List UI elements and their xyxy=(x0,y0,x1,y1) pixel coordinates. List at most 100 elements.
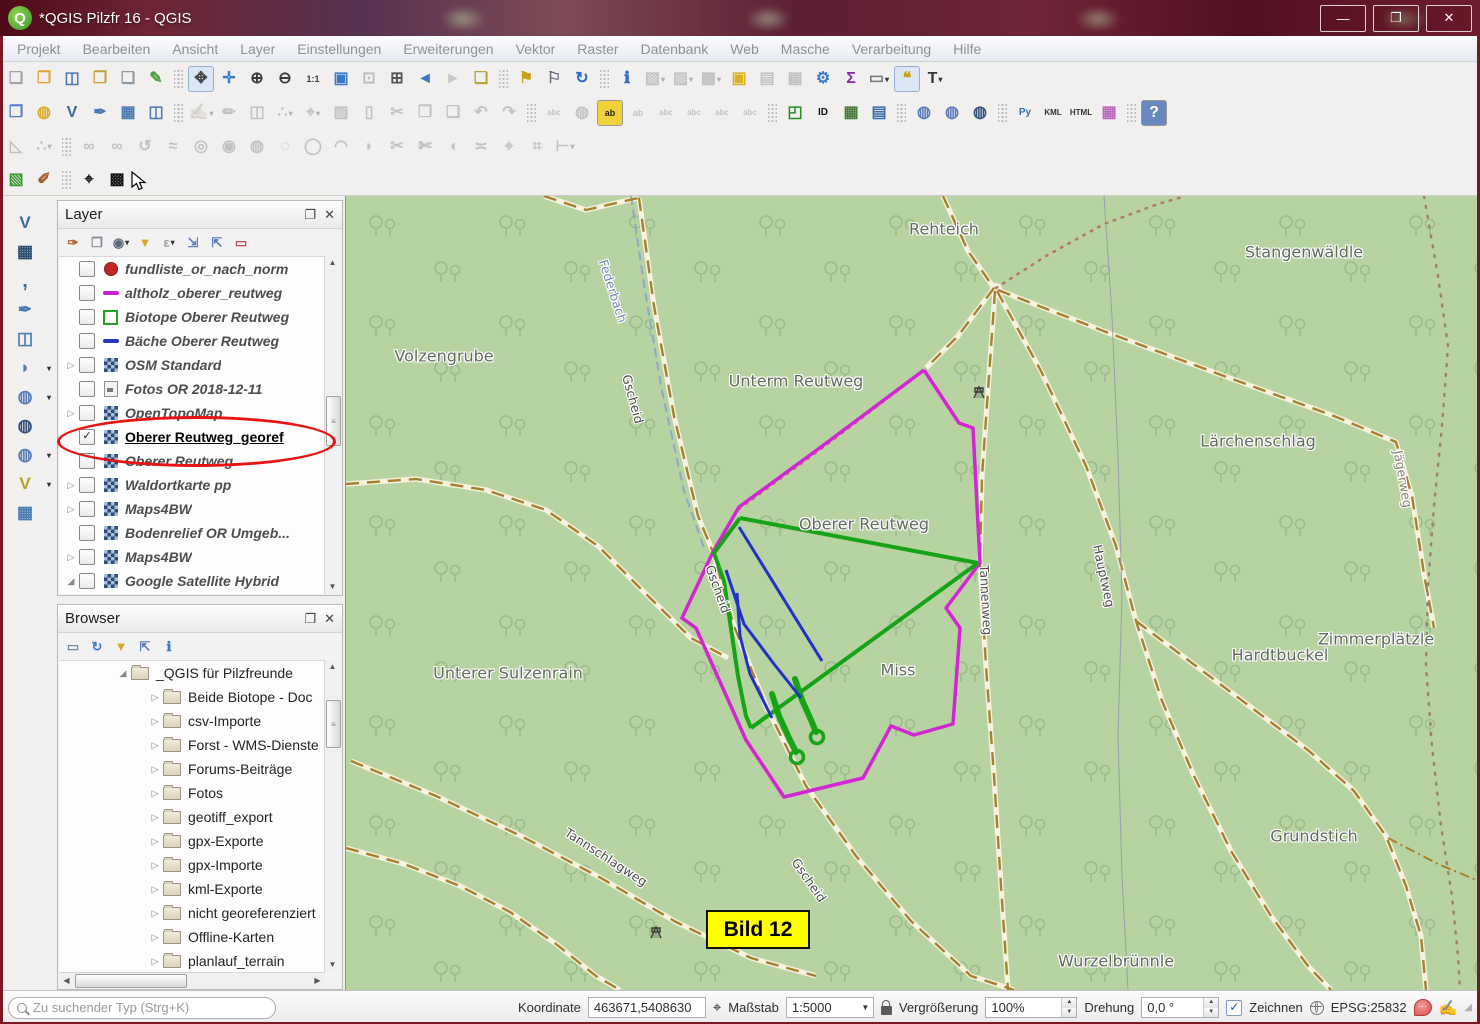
browser-panel-float-icon[interactable]: ❐ xyxy=(304,611,316,627)
layer-checkbox[interactable] xyxy=(79,381,95,397)
refresh-map[interactable]: ↻ xyxy=(569,66,595,92)
expand-arrow-icon[interactable]: ▷ xyxy=(63,552,79,563)
expand-all[interactable]: ⇲ xyxy=(182,232,204,254)
open-layer-styling[interactable]: ✑ xyxy=(62,232,84,254)
kml-tools[interactable]: KML xyxy=(1040,100,1066,126)
rotation-up-icon[interactable]: ▲ xyxy=(1204,998,1218,1008)
zoom-to-layer[interactable]: ⊞ xyxy=(384,66,410,92)
freehand-georeferencer-plugin[interactable]: ✐ xyxy=(31,167,57,193)
add-vector-layer-tb[interactable]: V xyxy=(59,100,85,126)
point-sampling-plugin[interactable]: ▩ xyxy=(104,167,130,193)
new-print-layout[interactable]: ❐ xyxy=(87,66,113,92)
identify-features[interactable]: ℹ xyxy=(614,66,640,92)
expand-arrow-icon[interactable]: ▷ xyxy=(63,504,79,515)
layer-checkbox[interactable] xyxy=(79,501,95,517)
expand-arrow-icon[interactable]: ▷ xyxy=(147,740,163,751)
layer-name[interactable]: Bäche Oberer Reutweg xyxy=(125,333,279,349)
new-spatial-bookmark[interactable]: ⚑ xyxy=(513,66,539,92)
layer-name[interactable]: Waldortkarte pp xyxy=(125,477,231,493)
scale-combo[interactable]: 1:5000 ▼ xyxy=(786,997,874,1018)
menu-vektor[interactable]: Vektor xyxy=(505,36,567,62)
web-plugin-metasearch[interactable]: ◍ xyxy=(967,100,993,126)
layer-item[interactable]: Bäche Oberer Reutweg xyxy=(59,329,325,353)
browser-folder-name[interactable]: gpx-Exporte xyxy=(188,833,263,849)
browser-folder-item[interactable]: ▷ Forst - WMS-Dienste xyxy=(59,733,325,757)
browser-folder-item[interactable]: ▷ nicht georeferenziert xyxy=(59,901,325,925)
layer-checkbox[interactable] xyxy=(79,405,95,421)
new-map-view[interactable]: ❏ xyxy=(468,66,494,92)
browser-folder-name[interactable]: kml-Exporte xyxy=(188,881,263,897)
expand-arrow-icon[interactable]: ▷ xyxy=(63,408,79,419)
menu-hilfe[interactable]: Hilfe xyxy=(942,36,992,62)
layer-checkbox[interactable] xyxy=(79,333,95,349)
new-project[interactable]: ❏ xyxy=(3,66,29,92)
magnifier-down-icon[interactable]: ▼ xyxy=(1062,1008,1076,1018)
layer-item[interactable]: ▷ Maps4BW xyxy=(59,497,325,521)
layer-item[interactable]: ▷ OSM Standard xyxy=(59,353,325,377)
browser-folder-name[interactable]: Offline-Karten xyxy=(188,929,274,945)
georeferencer-plugin[interactable]: ▧ xyxy=(3,167,29,193)
coordinate-input[interactable]: 463671,5408630 xyxy=(588,997,706,1018)
browser-folder-item[interactable]: ▷ csv-Importe xyxy=(59,709,325,733)
web-plugin-download[interactable]: ◍ xyxy=(911,100,937,126)
filter-by-expression[interactable]: ε▾ xyxy=(158,232,180,254)
expand-arrow-icon[interactable]: ▷ xyxy=(63,360,79,371)
enable-properties-widget[interactable]: ℹ xyxy=(158,636,180,658)
browser-folder-name[interactable]: gpx-Importe xyxy=(188,857,263,873)
layer-panel-float-icon[interactable]: ❐ xyxy=(304,207,316,223)
add-delimited-text-layer[interactable]: , xyxy=(8,267,42,295)
rotation-spinbox[interactable]: 0,0 ° ▲▼ xyxy=(1141,997,1219,1018)
menu-raster[interactable]: Raster xyxy=(566,36,629,62)
expand-arrow-icon[interactable]: ▷ xyxy=(147,956,163,967)
layer-name[interactable]: OSM Standard xyxy=(125,357,221,373)
menu-erweiterungen[interactable]: Erweiterungen xyxy=(392,36,504,62)
menu-ansicht[interactable]: Ansicht xyxy=(161,36,229,62)
browser-panel-hscrollbar[interactable]: ◀ ▶ xyxy=(59,972,325,988)
browser-folder-item[interactable]: ▷ Offline-Karten xyxy=(59,925,325,949)
zoom-full[interactable]: ▣ xyxy=(328,66,354,92)
browser-folder-item[interactable]: ▷geotiff_export xyxy=(59,805,325,829)
layer-checkbox[interactable] xyxy=(79,549,95,565)
layout-manager[interactable]: ❑ xyxy=(115,66,141,92)
manage-map-themes[interactable]: ◉▾ xyxy=(110,232,132,254)
filter-browser[interactable]: ▼ xyxy=(110,636,132,658)
add-spatialite-layer-tb[interactable]: ✒ xyxy=(87,100,113,126)
layer-item[interactable]: Bodenrelief OR Umgeb... xyxy=(59,521,325,545)
browser-folder-item[interactable]: ▷Beide Biotope - Doc xyxy=(59,685,325,709)
menu-bearbeiten[interactable]: Bearbeiten xyxy=(72,36,162,62)
locator-search-input[interactable]: Zu suchender Typ (Strg+K) xyxy=(8,997,276,1019)
maximize-button[interactable]: ❐ xyxy=(1373,5,1419,32)
style-manager[interactable]: ✎ xyxy=(143,66,169,92)
layer-name[interactable]: fundliste_or_nach_norm xyxy=(125,261,288,277)
measure-line[interactable]: ▭▾ xyxy=(866,66,892,92)
browser-folder-name[interactable]: geotiff_export xyxy=(188,809,273,825)
browser-folder-name[interactable]: nicht georeferenziert xyxy=(188,905,316,921)
browser-folder-name[interactable]: csv-Importe xyxy=(188,713,261,729)
add-vector-tile-layer[interactable]: V▾ xyxy=(8,470,42,498)
layer-name[interactable]: Maps4BW xyxy=(125,501,192,517)
menu-layer[interactable]: Layer xyxy=(229,36,286,62)
menu-datenbank[interactable]: Datenbank xyxy=(630,36,720,62)
expand-arrow-icon[interactable]: ▷ xyxy=(147,860,163,871)
layer-item[interactable]: ▷Waldortkarte pp xyxy=(59,473,325,497)
menu-masche[interactable]: Masche xyxy=(770,36,841,62)
expand-arrow-icon[interactable]: ▷ xyxy=(147,908,163,919)
expand-arrow-icon[interactable]: ▷ xyxy=(147,932,163,943)
browser-folder-name[interactable]: Forums-Beiträge xyxy=(188,761,292,777)
expand-arrow-icon[interactable]: ▷ xyxy=(147,788,163,799)
browser-folder-item[interactable]: ▷ Fotos xyxy=(59,781,325,805)
layer-checkbox[interactable] xyxy=(79,261,95,277)
browser-folder-name[interactable]: Fotos xyxy=(188,785,223,801)
browser-folder-name[interactable]: Forst - WMS-Dienste xyxy=(188,737,319,753)
add-arcgis-layer[interactable]: ▦ xyxy=(8,499,42,527)
python-console[interactable]: Py xyxy=(1012,100,1038,126)
expand-arrow-icon[interactable]: ▷ xyxy=(147,764,163,775)
menu-web[interactable]: Web xyxy=(719,36,770,62)
plugin-image-tools[interactable]: ▦ xyxy=(838,100,864,126)
expand-arrow-icon[interactable]: ▷ xyxy=(147,836,163,847)
expand-arrow-icon[interactable]: ▷ xyxy=(147,716,163,727)
browser-folder-item[interactable]: ▷ gpx-Exporte xyxy=(59,829,325,853)
data-source-manager[interactable]: ❒ xyxy=(3,100,29,126)
add-postgis-layer[interactable]: ◗▾ xyxy=(8,354,42,382)
layer-name[interactable]: Fotos OR 2018-12-11 xyxy=(125,381,262,397)
